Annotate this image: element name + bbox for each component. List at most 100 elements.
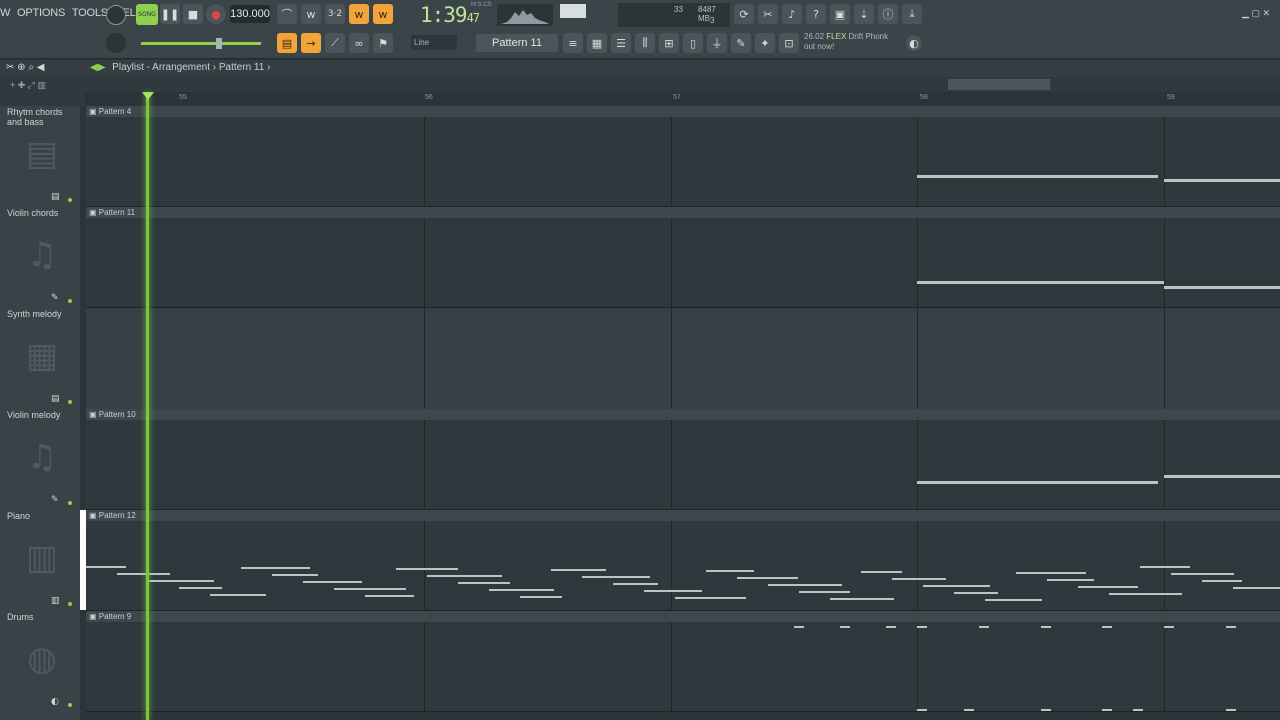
mic-button[interactable]: ♪	[782, 4, 802, 24]
news-panel[interactable]: 26.02 FLEX Drift Phonk out now!	[804, 32, 888, 52]
track-type-icon[interactable]: ▤	[51, 394, 60, 404]
track-mute-led[interactable]	[68, 198, 72, 202]
master-volume-handle[interactable]	[216, 38, 222, 49]
link-button[interactable]: ∞	[349, 33, 369, 53]
render-button[interactable]: ⇣	[854, 4, 874, 24]
cut-button[interactable]: ✂	[758, 4, 778, 24]
stop-button[interactable]: ■	[183, 4, 203, 24]
tools-button[interactable]: ✎	[731, 33, 751, 53]
window-controls[interactable]: ▁ ▢ ✕	[1242, 8, 1270, 19]
track-name[interactable]: Piano	[7, 511, 79, 521]
menu-options[interactable]: OPTIONS	[17, 7, 65, 19]
pattern-clip-header[interactable]: ▣ Pattern 10	[86, 409, 1280, 420]
track-mute-led[interactable]	[68, 400, 72, 404]
playlist-zoom-controls[interactable]: + ✚ ⤢ ▥	[10, 80, 80, 92]
note	[272, 574, 318, 576]
news-refresh-icon[interactable]: ◐	[906, 35, 922, 51]
track-lane[interactable]: ▣ Pattern 10	[86, 409, 1280, 510]
track-mute-led[interactable]	[68, 602, 72, 606]
track-mute-led[interactable]	[68, 501, 72, 505]
piano-icon: ▥	[25, 538, 59, 578]
automation-clip[interactable]	[86, 308, 1280, 409]
playlist-tools-icons[interactable]: ✂ ⊕ ⌕ ◀	[6, 62, 44, 73]
master-pitch-knob[interactable]	[106, 33, 126, 53]
synth-icon: ▦	[25, 336, 59, 376]
violin-icon: ♫	[26, 437, 58, 477]
track-lane[interactable]	[86, 308, 1280, 409]
track-name[interactable]: Rhytm chords and bass	[7, 107, 79, 127]
track-type-icon[interactable]: ✎	[51, 495, 59, 505]
shop-button[interactable]: ⊡	[779, 33, 799, 53]
master-volume-knob[interactable]	[106, 5, 126, 25]
metronome-button[interactable]: ⌒	[277, 4, 297, 24]
playlist-button[interactable]: ≡	[563, 33, 583, 53]
track-name[interactable]: Violin chords	[7, 208, 79, 218]
mixer-button[interactable]: ⫼	[635, 33, 655, 53]
breadcrumb-playlist[interactable]: Playlist - Arrangement	[112, 62, 210, 73]
channel-rack-button[interactable]: ☰	[611, 33, 631, 53]
note	[241, 567, 310, 569]
pattern-clip-header[interactable]: ▣ Pattern 11	[86, 207, 1280, 218]
polyphony-value: 3	[710, 16, 715, 25]
note	[917, 626, 927, 628]
browser-button[interactable]: ▯	[683, 33, 703, 53]
plugin-button[interactable]: ⏚	[707, 33, 727, 53]
track-type-icon[interactable]: ▤	[51, 192, 60, 202]
snap-selector[interactable]: Line	[411, 35, 457, 50]
plugin-picker-button[interactable]: ⊞	[659, 33, 679, 53]
playhead[interactable]	[146, 92, 149, 720]
track-name[interactable]: Synth melody	[7, 309, 79, 319]
pause-button[interactable]: ❚❚	[160, 4, 180, 24]
master-volume-slider[interactable]	[141, 42, 261, 45]
track-lane[interactable]: ▣ Pattern 12	[86, 510, 1280, 611]
undo-history-button[interactable]: ⟳	[734, 4, 754, 24]
record-button[interactable]: ●	[206, 4, 226, 24]
loop-record-button[interactable]: w	[373, 4, 393, 24]
track-type-icon[interactable]: ✎	[51, 293, 59, 303]
step-edit-button[interactable]: w	[349, 4, 369, 24]
time-ruler[interactable]: 55 56 57 58 59	[85, 92, 1280, 106]
note	[644, 590, 702, 592]
note	[794, 626, 804, 628]
pattern-clip-header[interactable]: ▣ Pattern 12	[86, 510, 1280, 521]
countdown-button[interactable]: 3·2	[325, 4, 345, 24]
note	[1226, 709, 1236, 711]
note	[886, 626, 896, 628]
cpu-memory-panel: 33 8487 MB 3	[618, 3, 730, 27]
pattern-selector[interactable]: Pattern 11	[476, 34, 558, 52]
track-lane[interactable]: ▣ Pattern 9	[86, 611, 1280, 712]
brush-tool-button[interactable]: ⟋	[325, 33, 345, 53]
pattern-clip-header[interactable]: ▣ Pattern 4	[86, 106, 1280, 117]
playhead-marker-icon[interactable]	[142, 92, 154, 100]
track-lane[interactable]: ▣ Pattern 4	[86, 106, 1280, 207]
step-forward-button[interactable]: →	[301, 33, 321, 53]
note	[303, 581, 362, 583]
wait-input-button[interactable]: w	[301, 4, 321, 24]
song-mode-button[interactable]: SONG	[136, 4, 158, 25]
note	[334, 588, 406, 590]
track-type-icon[interactable]: ◐	[51, 697, 59, 707]
info-button[interactable]: ⓘ	[878, 4, 898, 24]
violin-icon: ♫	[26, 235, 58, 275]
pattern-clip-header[interactable]: ▣ Pattern 9	[86, 611, 1280, 622]
breadcrumb-pattern[interactable]: Pattern 11	[219, 62, 264, 73]
menu-view[interactable]: W	[0, 7, 10, 19]
tempo-display[interactable]: 130.000	[230, 5, 270, 23]
track-name[interactable]: Violin melody	[7, 410, 79, 420]
note	[117, 573, 170, 575]
track-mute-led[interactable]	[68, 299, 72, 303]
track-type-icon[interactable]: ▥	[51, 596, 60, 606]
stamp-button[interactable]: ⚑	[373, 33, 393, 53]
help-button[interactable]: ?	[806, 4, 826, 24]
track-mute-led[interactable]	[68, 703, 72, 707]
download-button[interactable]: ⤓	[902, 4, 922, 24]
track-lane[interactable]: ▣ Pattern 11	[86, 207, 1280, 308]
note	[1140, 566, 1190, 568]
track-name[interactable]: Drums	[7, 612, 79, 622]
piano-roll-button[interactable]: ▦	[587, 33, 607, 53]
horizontal-scroll-thumb[interactable]	[948, 79, 1050, 90]
menu-tools[interactable]: TOOLS	[72, 7, 108, 19]
pattern-mode-button[interactable]: ▤	[277, 33, 297, 53]
feedback-button[interactable]: ✦	[755, 33, 775, 53]
save-button[interactable]: ▣	[830, 4, 850, 24]
